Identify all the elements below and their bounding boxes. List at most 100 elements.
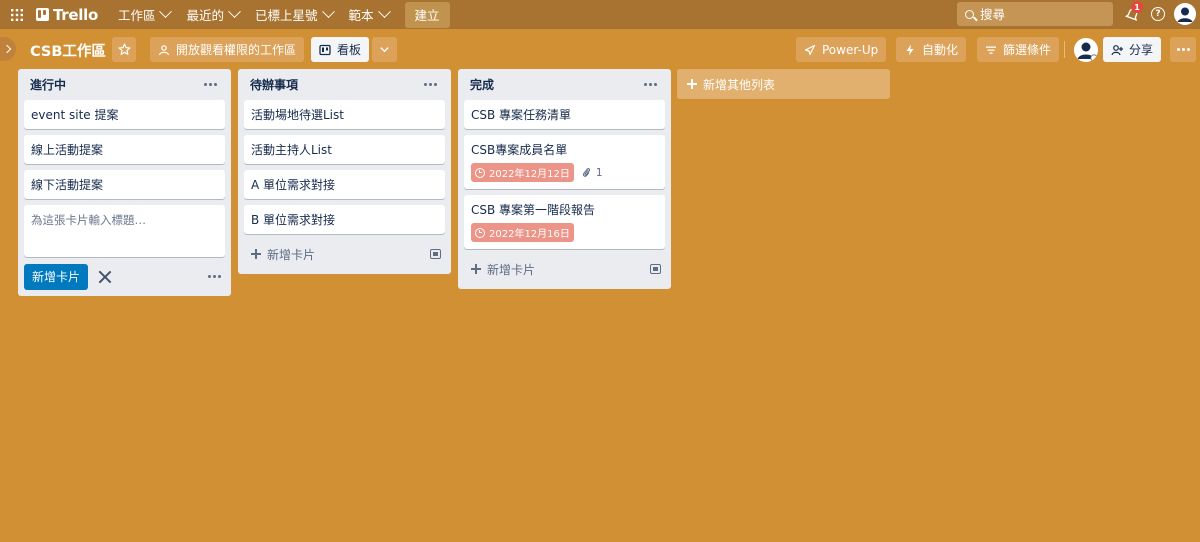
notification-count-badge: 1: [1131, 1, 1143, 13]
card-title: 活動主持人List: [251, 143, 332, 157]
menu-starred[interactable]: 已標上星號: [247, 3, 341, 27]
chevron-down-icon: [228, 5, 241, 19]
add-card-label: 新增卡片: [267, 247, 316, 262]
card[interactable]: 活動主持人List: [244, 135, 445, 164]
view-label: 看板: [337, 43, 362, 57]
power-ups-label: Power-Up: [822, 42, 879, 57]
plus-icon: [471, 264, 481, 274]
due-date-badge[interactable]: 2022年12月16日: [471, 223, 574, 242]
list-menu-icon[interactable]: [640, 79, 661, 90]
plus-icon: [687, 79, 697, 89]
add-card-label: 新增卡片: [487, 262, 536, 277]
list-header: 進行中: [24, 69, 225, 100]
add-card-link[interactable]: 新增卡片: [471, 261, 535, 278]
chevron-down-icon: [159, 5, 173, 19]
logo-text: Trello: [53, 5, 98, 24]
card[interactable]: 線下活動提案: [24, 170, 225, 199]
menu-label: 已標上星號: [254, 8, 318, 23]
menu-label: 工作區: [117, 8, 156, 23]
account-avatar[interactable]: [1174, 3, 1196, 25]
list-header: 待辦事項: [244, 69, 445, 100]
search-box[interactable]: [957, 2, 1113, 26]
visibility-button[interactable]: 開放觀看權限的工作區: [150, 37, 305, 62]
close-icon[interactable]: [98, 270, 112, 284]
card-title-input[interactable]: [24, 205, 225, 257]
chevron-down-icon: [321, 5, 335, 19]
add-list-label: 新增其他列表: [703, 77, 776, 92]
menu-label: 最近的: [186, 8, 224, 23]
sidebar-expand-button[interactable]: [0, 37, 16, 61]
card[interactable]: 線上活動提案: [24, 135, 225, 164]
card[interactable]: event site 提案: [24, 100, 225, 129]
card[interactable]: 活動場地待選List: [244, 100, 445, 129]
board-menu-button[interactable]: [1170, 37, 1196, 62]
view-switcher-button[interactable]: [372, 37, 397, 62]
search-input[interactable]: [980, 6, 1100, 22]
app-switcher-icon[interactable]: [4, 2, 30, 28]
clock-icon: [475, 227, 485, 238]
board-view-button[interactable]: 看板: [311, 37, 370, 62]
user-avatar-icon: [1074, 38, 1098, 62]
card-title: CSB 專案任務清單: [471, 108, 572, 122]
share-button[interactable]: 分享: [1103, 37, 1162, 62]
menu-workspaces[interactable]: 工作區: [110, 3, 179, 27]
chevron-right-icon: [2, 44, 11, 54]
paperclip-icon: [582, 168, 590, 177]
card-title: 線下活動提案: [31, 178, 104, 192]
menu-templates[interactable]: 範本: [341, 3, 397, 27]
card[interactable]: A 單位需求對接: [244, 170, 445, 199]
card[interactable]: CSB 專案第一階段報告 2022年12月16日: [464, 195, 665, 249]
due-date-text: 2022年12月16日: [489, 229, 570, 240]
star-board-button[interactable]: [112, 37, 136, 62]
clock-icon: [475, 167, 485, 178]
board-icon: [319, 44, 331, 56]
card-title: CSB專案成員名單: [471, 143, 568, 157]
add-list-button[interactable]: 新增其他列表: [677, 69, 890, 99]
card-template-icon[interactable]: [650, 264, 661, 274]
attachment-badge: 1: [582, 167, 603, 179]
help-button[interactable]: ?: [1148, 4, 1168, 24]
card-title: A 單位需求對接: [251, 178, 336, 192]
automation-button[interactable]: 自動化: [896, 37, 967, 62]
attachment-count: 1: [595, 166, 603, 179]
card-template-icon[interactable]: [430, 249, 441, 259]
add-card-row: 新增卡片: [464, 255, 665, 283]
create-button[interactable]: 建立: [404, 1, 450, 28]
list-menu-icon[interactable]: [420, 79, 441, 90]
search-icon: [965, 9, 974, 19]
filter-button[interactable]: 篩選條件: [977, 37, 1060, 62]
list-header: 完成: [464, 69, 665, 100]
card[interactable]: CSB專案成員名單 2022年12月12日 1: [464, 135, 665, 189]
plus-icon: [251, 249, 261, 259]
list-title[interactable]: 完成: [470, 76, 494, 93]
trello-logo[interactable]: Trello: [32, 3, 102, 27]
card-composer: [24, 205, 225, 257]
trello-logo-icon: [36, 8, 49, 21]
add-card-link[interactable]: 新增卡片: [251, 246, 315, 263]
list-title[interactable]: 待辦事項: [250, 76, 298, 93]
header-divider: [1064, 41, 1065, 58]
list-in-progress: 進行中 event site 提案 線上活動提案 線下活動提案 新增卡片: [18, 69, 231, 296]
card[interactable]: CSB 專案任務清單: [464, 100, 665, 129]
card-title: B 單位需求對接: [251, 213, 336, 227]
due-date-badge[interactable]: 2022年12月12日: [471, 163, 574, 182]
board-title[interactable]: CSB工作區: [22, 37, 114, 63]
card-title: 活動場地待選List: [251, 108, 344, 122]
rocket-icon: [804, 44, 816, 56]
top-navigation-bar: Trello 工作區 最近的 已標上星號 範本 建立 1 ?: [0, 0, 1200, 29]
list-todo: 待辦事項 活動場地待選List 活動主持人List A 單位需求對接 B 單位需…: [238, 69, 451, 274]
menu-recent[interactable]: 最近的: [178, 3, 247, 27]
add-card-button[interactable]: 新增卡片: [24, 263, 89, 290]
list-menu-icon[interactable]: [200, 79, 221, 90]
automation-label: 自動化: [922, 43, 959, 57]
share-label: 分享: [1129, 43, 1154, 57]
list-title[interactable]: 進行中: [30, 76, 66, 93]
chevron-down-icon: [380, 47, 389, 53]
card-badges: 2022年12月16日: [471, 223, 658, 242]
power-ups-button[interactable]: Power-Up: [796, 37, 887, 62]
filter-label: 篩選條件: [1003, 43, 1052, 57]
board-member-avatar[interactable]: [1074, 38, 1098, 62]
card[interactable]: B 單位需求對接: [244, 205, 445, 234]
more-options-icon: [1173, 44, 1194, 55]
more-options-icon[interactable]: [204, 271, 225, 282]
